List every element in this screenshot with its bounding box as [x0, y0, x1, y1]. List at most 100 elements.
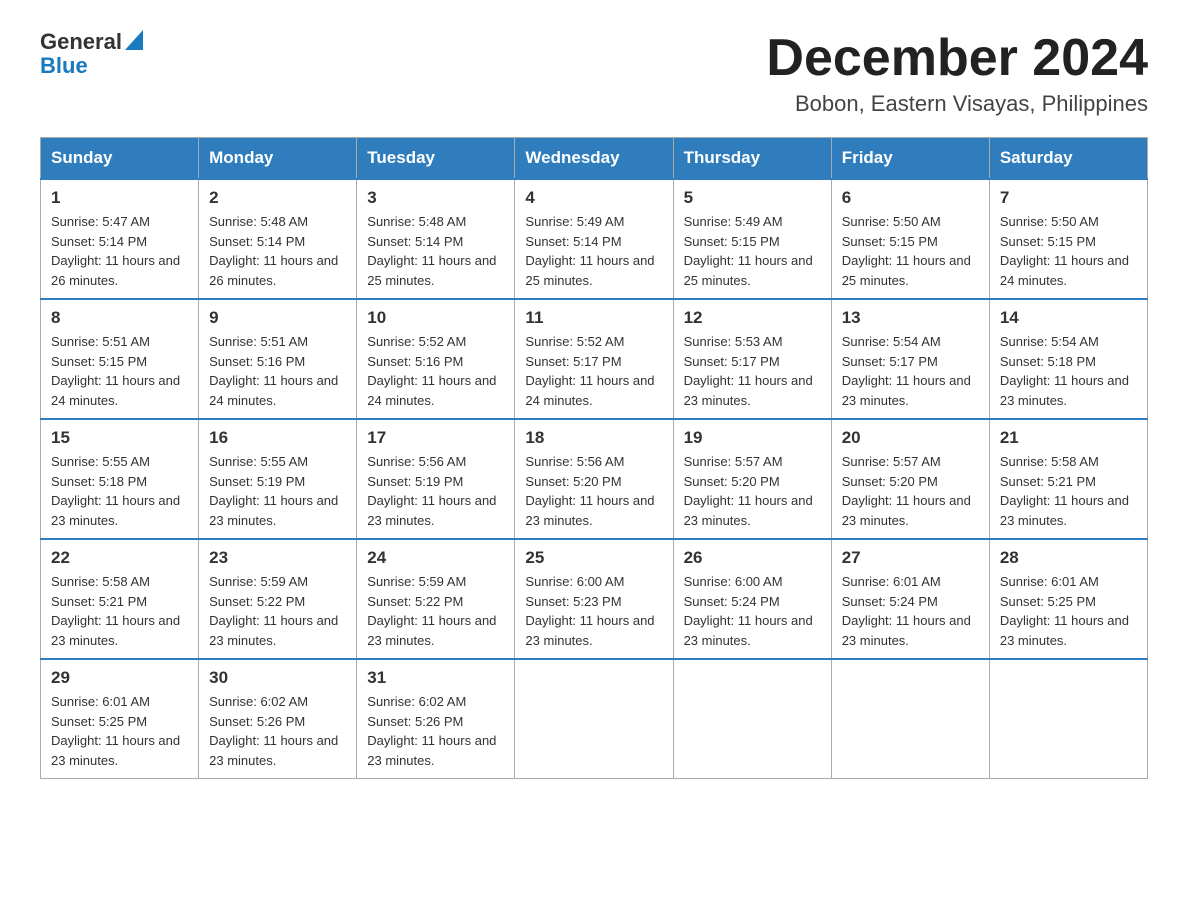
- calendar-table: SundayMondayTuesdayWednesdayThursdayFrid…: [40, 137, 1148, 779]
- calendar-day-cell: 23 Sunrise: 5:59 AMSunset: 5:22 PMDayligh…: [199, 539, 357, 659]
- day-info: Sunrise: 5:54 AMSunset: 5:17 PMDaylight:…: [842, 332, 979, 410]
- calendar-day-cell: 3Sunrise: 5:48 AMSunset: 5:14 PMDaylight…: [357, 179, 515, 299]
- calendar-day-cell: 5Sunrise: 5:49 AMSunset: 5:15 PMDaylight…: [673, 179, 831, 299]
- day-info: Sunrise: 5:51 AMSunset: 5:16 PMDaylight:…: [209, 332, 346, 410]
- calendar-day-cell: 21 Sunrise: 5:58 AMSunset: 5:21 PMDayligh…: [989, 419, 1147, 539]
- column-header-tuesday: Tuesday: [357, 138, 515, 180]
- day-info: Sunrise: 5:59 AMSunset: 5:22 PMDaylight:…: [367, 572, 504, 650]
- calendar-day-cell: 30 Sunrise: 6:02 AMSunset: 5:26 PMDayligh…: [199, 659, 357, 779]
- column-header-thursday: Thursday: [673, 138, 831, 180]
- day-info: Sunrise: 5:58 AMSunset: 5:21 PMDaylight:…: [1000, 452, 1137, 530]
- day-info: Sunrise: 5:56 AMSunset: 5:19 PMDaylight:…: [367, 452, 504, 530]
- calendar-day-cell: 4Sunrise: 5:49 AMSunset: 5:14 PMDaylight…: [515, 179, 673, 299]
- day-info: Sunrise: 5:54 AMSunset: 5:18 PMDaylight:…: [1000, 332, 1137, 410]
- day-info: Sunrise: 6:02 AMSunset: 5:26 PMDaylight:…: [209, 692, 346, 770]
- calendar-header-row: SundayMondayTuesdayWednesdayThursdayFrid…: [41, 138, 1148, 180]
- day-number: 17: [367, 428, 504, 448]
- calendar-week-row: 15 Sunrise: 5:55 AMSunset: 5:18 PMDayligh…: [41, 419, 1148, 539]
- day-number: 20: [842, 428, 979, 448]
- day-info: Sunrise: 5:55 AMSunset: 5:18 PMDaylight:…: [51, 452, 188, 530]
- column-header-friday: Friday: [831, 138, 989, 180]
- calendar-day-cell: 15 Sunrise: 5:55 AMSunset: 5:18 PMDayligh…: [41, 419, 199, 539]
- day-info: Sunrise: 5:49 AMSunset: 5:15 PMDaylight:…: [684, 212, 821, 290]
- day-info: Sunrise: 5:58 AMSunset: 5:21 PMDaylight:…: [51, 572, 188, 650]
- day-number: 14: [1000, 308, 1137, 328]
- day-number: 23: [209, 548, 346, 568]
- day-info: Sunrise: 5:56 AMSunset: 5:20 PMDaylight:…: [525, 452, 662, 530]
- day-number: 8: [51, 308, 188, 328]
- calendar-day-cell: 19 Sunrise: 5:57 AMSunset: 5:20 PMDayligh…: [673, 419, 831, 539]
- calendar-day-cell: 27 Sunrise: 6:01 AMSunset: 5:24 PMDayligh…: [831, 539, 989, 659]
- day-info: Sunrise: 5:50 AMSunset: 5:15 PMDaylight:…: [1000, 212, 1137, 290]
- calendar-day-cell: 8 Sunrise: 5:51 AMSunset: 5:15 PMDaylight…: [41, 299, 199, 419]
- day-number: 9: [209, 308, 346, 328]
- day-number: 18: [525, 428, 662, 448]
- calendar-day-cell: 20 Sunrise: 5:57 AMSunset: 5:20 PMDayligh…: [831, 419, 989, 539]
- day-number: 29: [51, 668, 188, 688]
- day-info: Sunrise: 5:53 AMSunset: 5:17 PMDaylight:…: [684, 332, 821, 410]
- day-info: Sunrise: 6:01 AMSunset: 5:24 PMDaylight:…: [842, 572, 979, 650]
- day-number: 19: [684, 428, 821, 448]
- day-number: 2: [209, 188, 346, 208]
- calendar-day-cell: 28 Sunrise: 6:01 AMSunset: 5:25 PMDayligh…: [989, 539, 1147, 659]
- day-info: Sunrise: 5:48 AMSunset: 5:14 PMDaylight:…: [367, 212, 504, 290]
- day-info: Sunrise: 6:01 AMSunset: 5:25 PMDaylight:…: [51, 692, 188, 770]
- day-number: 21: [1000, 428, 1137, 448]
- title-area: December 2024 Bobon, Eastern Visayas, Ph…: [766, 30, 1148, 117]
- column-header-wednesday: Wednesday: [515, 138, 673, 180]
- calendar-day-cell: 1 Sunrise: 5:47 AMSunset: 5:14 PMDaylight…: [41, 179, 199, 299]
- day-number: 6: [842, 188, 979, 208]
- logo-blue-text: Blue: [40, 53, 88, 78]
- column-header-monday: Monday: [199, 138, 357, 180]
- logo-triangle-icon: [125, 30, 143, 50]
- calendar-day-cell: 18 Sunrise: 5:56 AMSunset: 5:20 PMDayligh…: [515, 419, 673, 539]
- day-number: 7: [1000, 188, 1137, 208]
- day-number: 4: [525, 188, 662, 208]
- day-info: Sunrise: 5:52 AMSunset: 5:17 PMDaylight:…: [525, 332, 662, 410]
- calendar-day-cell: 6 Sunrise: 5:50 AMSunset: 5:15 PMDaylight…: [831, 179, 989, 299]
- calendar-day-cell: 24Sunrise: 5:59 AMSunset: 5:22 PMDayligh…: [357, 539, 515, 659]
- calendar-day-cell: 7 Sunrise: 5:50 AMSunset: 5:15 PMDaylight…: [989, 179, 1147, 299]
- calendar-day-cell: 14 Sunrise: 5:54 AMSunset: 5:18 PMDayligh…: [989, 299, 1147, 419]
- calendar-week-row: 1 Sunrise: 5:47 AMSunset: 5:14 PMDaylight…: [41, 179, 1148, 299]
- day-info: Sunrise: 6:01 AMSunset: 5:25 PMDaylight:…: [1000, 572, 1137, 650]
- day-number: 10: [367, 308, 504, 328]
- day-number: 1: [51, 188, 188, 208]
- day-number: 28: [1000, 548, 1137, 568]
- day-info: Sunrise: 5:51 AMSunset: 5:15 PMDaylight:…: [51, 332, 188, 410]
- day-info: Sunrise: 6:00 AMSunset: 5:23 PMDaylight:…: [525, 572, 662, 650]
- day-number: 26: [684, 548, 821, 568]
- calendar-day-cell: 29 Sunrise: 6:01 AMSunset: 5:25 PMDayligh…: [41, 659, 199, 779]
- day-number: 12: [684, 308, 821, 328]
- calendar-day-cell: 25 Sunrise: 6:00 AMSunset: 5:23 PMDayligh…: [515, 539, 673, 659]
- calendar-day-cell: 22 Sunrise: 5:58 AMSunset: 5:21 PMDayligh…: [41, 539, 199, 659]
- day-info: Sunrise: 5:57 AMSunset: 5:20 PMDaylight:…: [684, 452, 821, 530]
- calendar-week-row: 29 Sunrise: 6:01 AMSunset: 5:25 PMDayligh…: [41, 659, 1148, 779]
- calendar-day-cell: 31Sunrise: 6:02 AMSunset: 5:26 PMDayligh…: [357, 659, 515, 779]
- day-info: Sunrise: 6:02 AMSunset: 5:26 PMDaylight:…: [367, 692, 504, 770]
- calendar-day-cell: 17 Sunrise: 5:56 AMSunset: 5:19 PMDayligh…: [357, 419, 515, 539]
- calendar-day-cell: 13Sunrise: 5:54 AMSunset: 5:17 PMDayligh…: [831, 299, 989, 419]
- day-info: Sunrise: 5:57 AMSunset: 5:20 PMDaylight:…: [842, 452, 979, 530]
- day-number: 30: [209, 668, 346, 688]
- day-number: 11: [525, 308, 662, 328]
- column-header-saturday: Saturday: [989, 138, 1147, 180]
- logo-general-text: General: [40, 30, 122, 54]
- month-title: December 2024: [766, 30, 1148, 87]
- calendar-day-cell: 11 Sunrise: 5:52 AMSunset: 5:17 PMDayligh…: [515, 299, 673, 419]
- page-header: General Blue December 2024 Bobon, Easter…: [40, 30, 1148, 117]
- day-info: Sunrise: 5:59 AMSunset: 5:22 PMDaylight:…: [209, 572, 346, 650]
- day-number: 15: [51, 428, 188, 448]
- day-info: Sunrise: 5:50 AMSunset: 5:15 PMDaylight:…: [842, 212, 979, 290]
- day-number: 27: [842, 548, 979, 568]
- calendar-day-cell: 12 Sunrise: 5:53 AMSunset: 5:17 PMDayligh…: [673, 299, 831, 419]
- day-info: Sunrise: 5:47 AMSunset: 5:14 PMDaylight:…: [51, 212, 188, 290]
- calendar-week-row: 8 Sunrise: 5:51 AMSunset: 5:15 PMDaylight…: [41, 299, 1148, 419]
- calendar-day-cell: [989, 659, 1147, 779]
- day-number: 16: [209, 428, 346, 448]
- calendar-day-cell: [831, 659, 989, 779]
- day-number: 25: [525, 548, 662, 568]
- day-info: Sunrise: 5:55 AMSunset: 5:19 PMDaylight:…: [209, 452, 346, 530]
- day-number: 22: [51, 548, 188, 568]
- day-info: Sunrise: 6:00 AMSunset: 5:24 PMDaylight:…: [684, 572, 821, 650]
